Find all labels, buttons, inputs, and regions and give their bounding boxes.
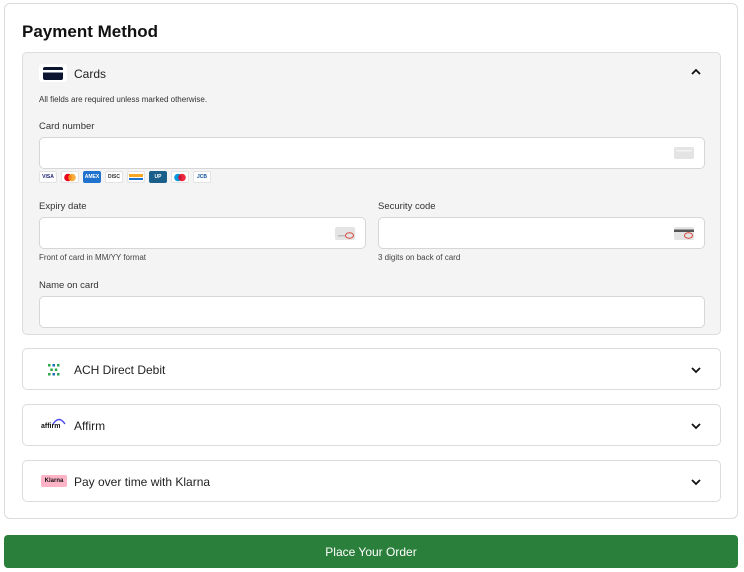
sberbank-icon [127, 171, 145, 183]
klarna-option[interactable]: Klarna Pay over time with Klarna [22, 460, 721, 502]
chevron-down-icon[interactable] [690, 364, 702, 376]
page-title: Payment Method [22, 22, 159, 41]
card-back-icon [674, 227, 694, 240]
expiry-hint: Front of card in MM/YY format [39, 253, 146, 262]
affirm-option[interactable]: affirm Affirm [22, 404, 721, 446]
required-note: All fields are required unless marked ot… [39, 95, 208, 104]
chevron-down-icon[interactable] [690, 476, 702, 488]
chevron-up-icon[interactable] [690, 66, 702, 78]
amex-icon: AMEX [83, 171, 101, 183]
cards-section: Cards All fields are required unless mar… [22, 52, 721, 335]
maestro-icon [171, 171, 189, 183]
name-on-card-label: Name on card [39, 280, 99, 291]
unionpay-icon: UP [149, 171, 167, 183]
discover-icon: DISC [105, 171, 123, 183]
security-code-label: Security code [378, 201, 436, 212]
klarna-logo-text: Klarna [44, 478, 64, 484]
card-number-input[interactable] [39, 137, 705, 169]
jcb-icon: JCB [193, 171, 211, 183]
klarna-label: Pay over time with Klarna [74, 475, 211, 489]
chevron-down-icon[interactable] [690, 420, 702, 432]
security-code-input[interactable] [378, 217, 705, 249]
card-placeholder-icon [674, 147, 694, 159]
credit-card-icon [39, 64, 67, 82]
card-brands: VISA AMEX DISC UP JCB [39, 171, 211, 185]
place-order-button[interactable]: Place Your Order [4, 535, 738, 568]
ach-direct-debit-option[interactable]: ACH Direct Debit [22, 348, 721, 390]
bank-transfer-icon [48, 364, 60, 376]
affirm-logo-text: affirm [41, 423, 61, 430]
affirm-logo-icon: affirm [41, 417, 67, 433]
card-number-label: Card number [39, 121, 95, 132]
card-front-icon [335, 227, 355, 240]
mastercard-icon [61, 171, 79, 183]
expiry-label: Expiry date [39, 201, 87, 212]
security-code-hint: 3 digits on back of card [378, 253, 461, 262]
klarna-logo-icon: Klarna [41, 475, 67, 487]
cards-label: Cards [74, 67, 107, 81]
affirm-label: Affirm [74, 419, 106, 433]
name-on-card-input[interactable] [39, 296, 705, 328]
payment-method-panel: Payment Method Cards All fields are requ… [4, 3, 738, 519]
ach-label: ACH Direct Debit [74, 363, 166, 377]
visa-icon: VISA [39, 171, 57, 183]
cards-header[interactable]: Cards [23, 53, 720, 93]
expiry-input[interactable] [39, 217, 366, 249]
